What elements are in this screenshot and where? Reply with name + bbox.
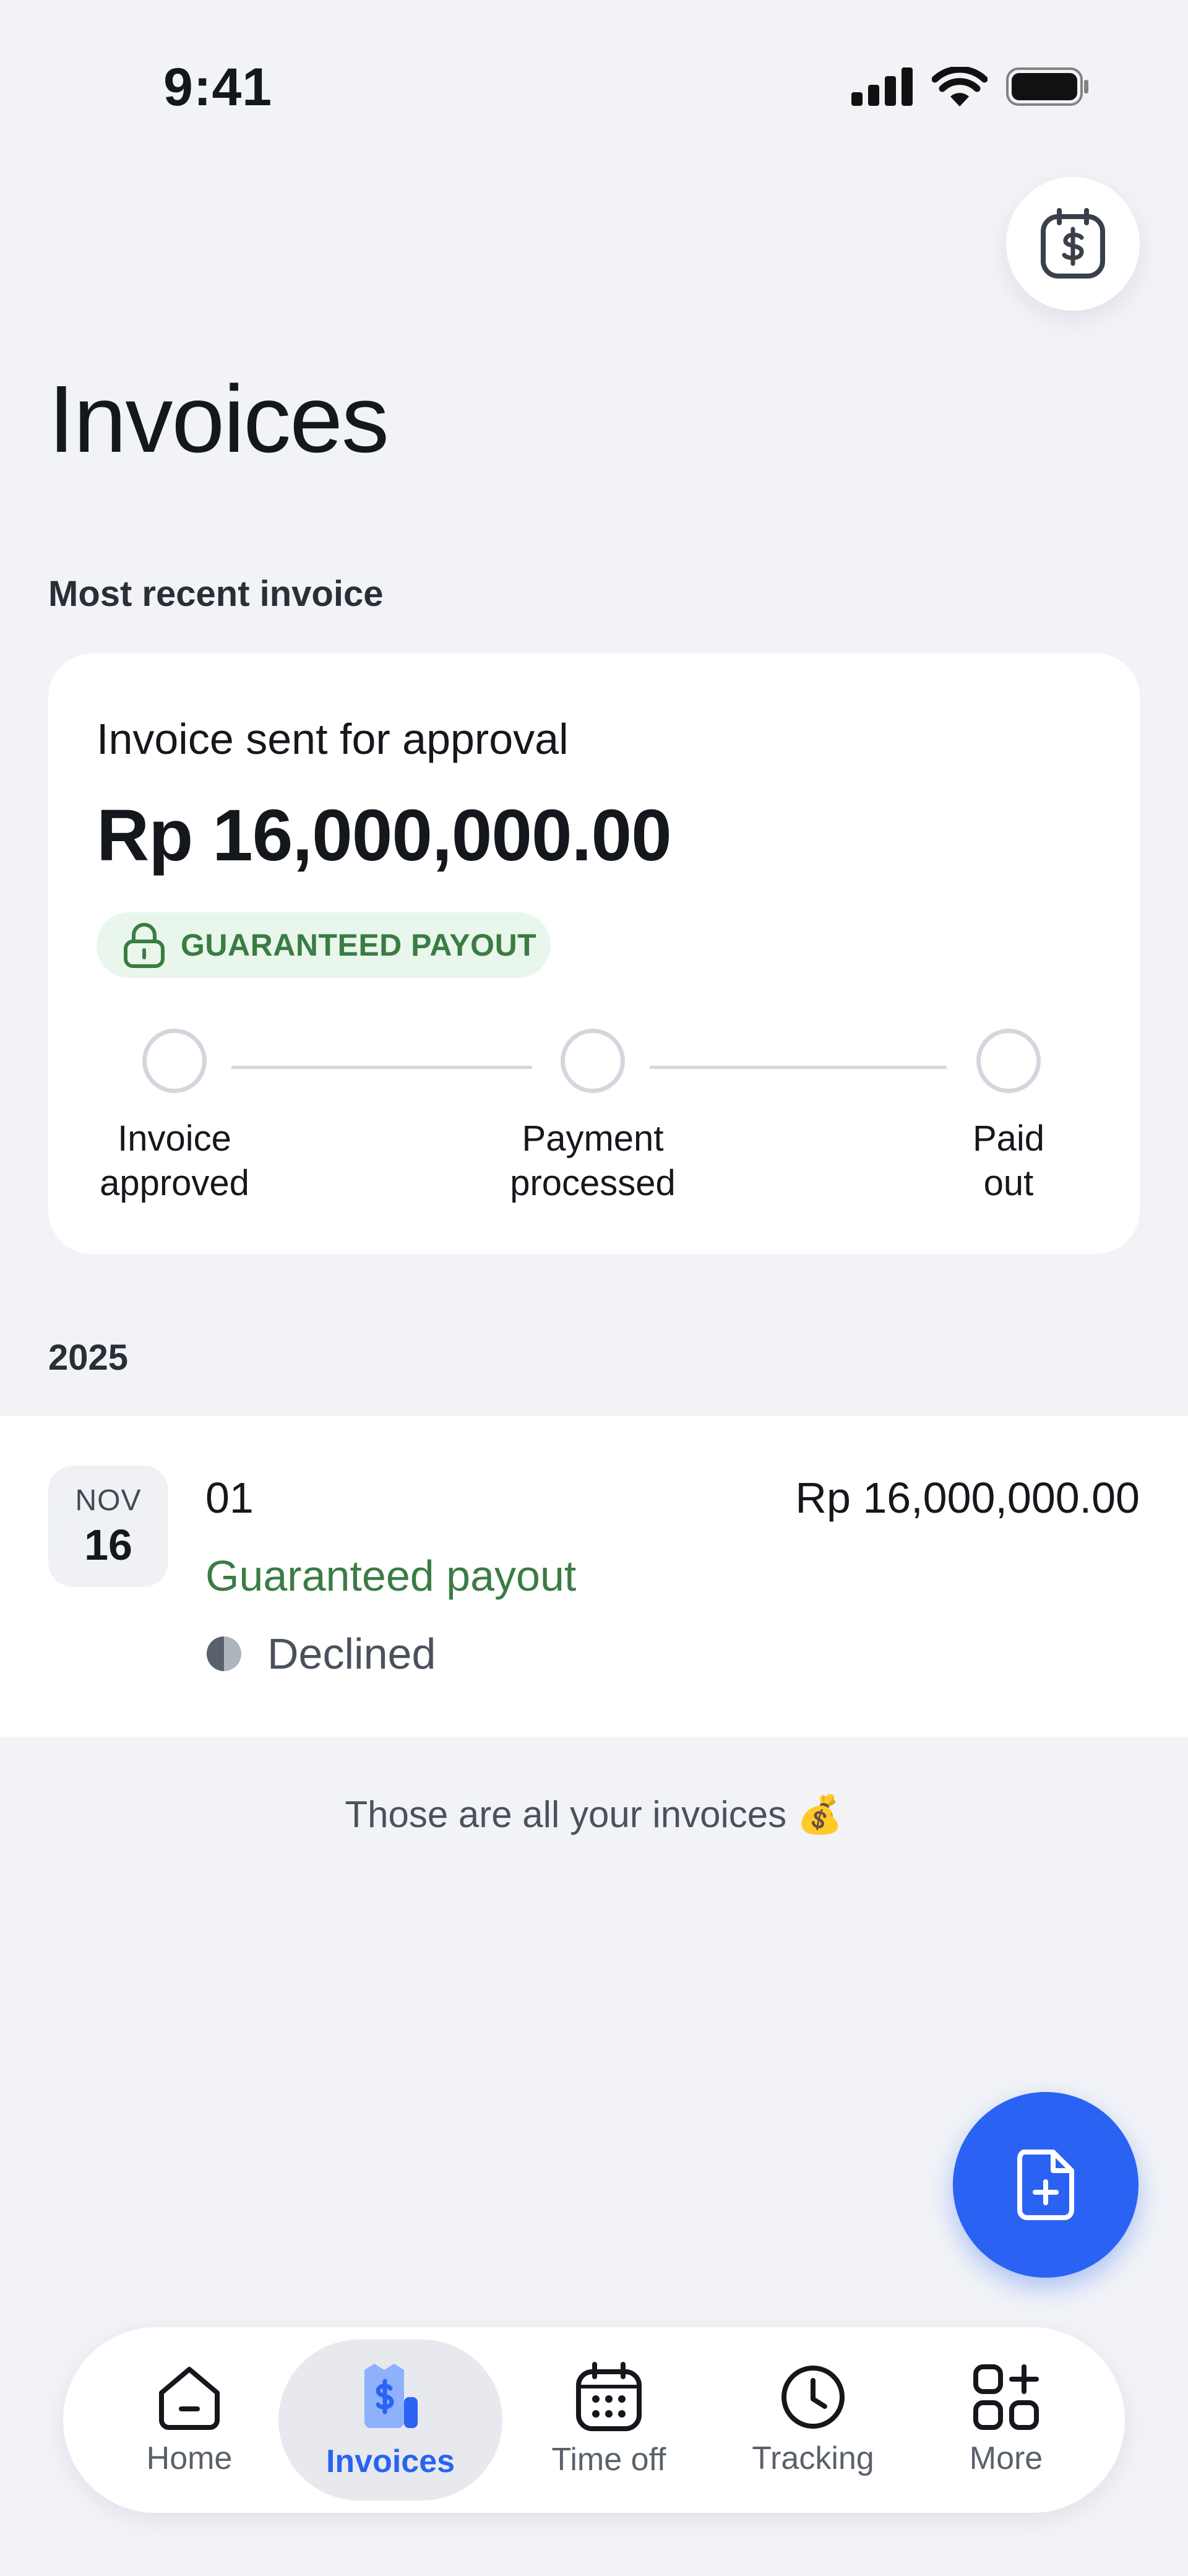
nav-label: Tracking — [752, 2440, 874, 2476]
step-label-line: Paid — [972, 1118, 1045, 1159]
nav-more[interactable]: More — [926, 2340, 1087, 2500]
badge-label: GUARANTEED PAYOUT — [181, 928, 537, 962]
payout-type: Guaranteed payout — [205, 1552, 577, 1600]
step-connector — [650, 1066, 947, 1069]
date-month: NOV — [75, 1484, 142, 1517]
step-label-line: Invoice — [118, 1118, 231, 1159]
recent-invoice-card[interactable]: Invoice sent for approval Rp 16,000,000.… — [48, 654, 1140, 1254]
step-label-line: processed — [510, 1163, 676, 1203]
invoice-amount: Rp 16,000,000.00 — [97, 795, 672, 876]
grid-plus-icon — [973, 2364, 1039, 2430]
recent-section-label: Most recent invoice — [48, 574, 384, 614]
page-title: Invoices — [48, 366, 389, 472]
invoice-icon — [364, 2364, 418, 2428]
step-circle-processed — [561, 1029, 625, 1093]
bottom-nav: Home Invoices Time off Tracking More — [63, 2327, 1125, 2513]
add-document-icon — [1017, 2150, 1074, 2220]
nav-tracking[interactable]: Tracking — [720, 2340, 906, 2500]
nav-label: More — [969, 2440, 1043, 2476]
pay-calendar-button[interactable] — [1006, 177, 1140, 311]
nav-home[interactable]: Home — [110, 2340, 269, 2500]
status-time: 9:41 — [163, 58, 273, 117]
step-circle-approved — [142, 1029, 207, 1093]
list-end-note: Those are all your invoices 💰 — [345, 1794, 843, 1835]
status-icons — [851, 67, 1089, 106]
invoice-status: Invoice sent for approval — [97, 715, 569, 763]
invoice-number: 01 — [205, 1474, 254, 1522]
battery-icon — [1006, 67, 1088, 106]
lock-icon — [124, 923, 165, 968]
date-day: 16 — [84, 1520, 132, 1569]
step-connector — [231, 1066, 532, 1069]
nav-invoices[interactable]: Invoices — [278, 2340, 502, 2500]
invoice-row[interactable]: NOV 16 01 Rp 16,000,000.00 Guaranteed pa… — [0, 1416, 1188, 1737]
signal-icon — [851, 67, 913, 106]
nav-label: Time off — [551, 2442, 666, 2478]
date-box: NOV 16 — [48, 1466, 168, 1587]
home-icon — [159, 2367, 220, 2430]
invoice-row-amount: Rp 16,000,000.00 — [795, 1474, 1140, 1522]
new-invoice-button[interactable] — [953, 2092, 1138, 2278]
pay-calendar-icon — [1041, 208, 1105, 279]
clock-icon — [781, 2366, 845, 2429]
step-circle-paid — [976, 1029, 1041, 1093]
invoice-state: Declined — [205, 1629, 436, 1679]
step-label-line: Payment — [522, 1118, 664, 1159]
nav-label: Home — [146, 2440, 233, 2476]
step-label-line: out — [983, 1163, 1034, 1203]
year-label: 2025 — [48, 1338, 129, 1378]
step-label-processed: Payment processed — [494, 1117, 692, 1206]
wifi-icon — [932, 67, 988, 106]
nav-time-off[interactable]: Time off — [511, 2340, 707, 2500]
step-label-approved: Invoice approved — [75, 1117, 273, 1206]
invoice-state-label: Declined — [267, 1630, 436, 1678]
step-label-paid: Paid out — [934, 1117, 1083, 1206]
guaranteed-badge: GUARANTEED PAYOUT — [97, 912, 551, 978]
step-label-line: approved — [100, 1163, 249, 1203]
nav-label: Invoices — [325, 2444, 455, 2479]
calendar-icon — [576, 2362, 642, 2431]
half-circle-status-icon — [207, 1636, 241, 1671]
